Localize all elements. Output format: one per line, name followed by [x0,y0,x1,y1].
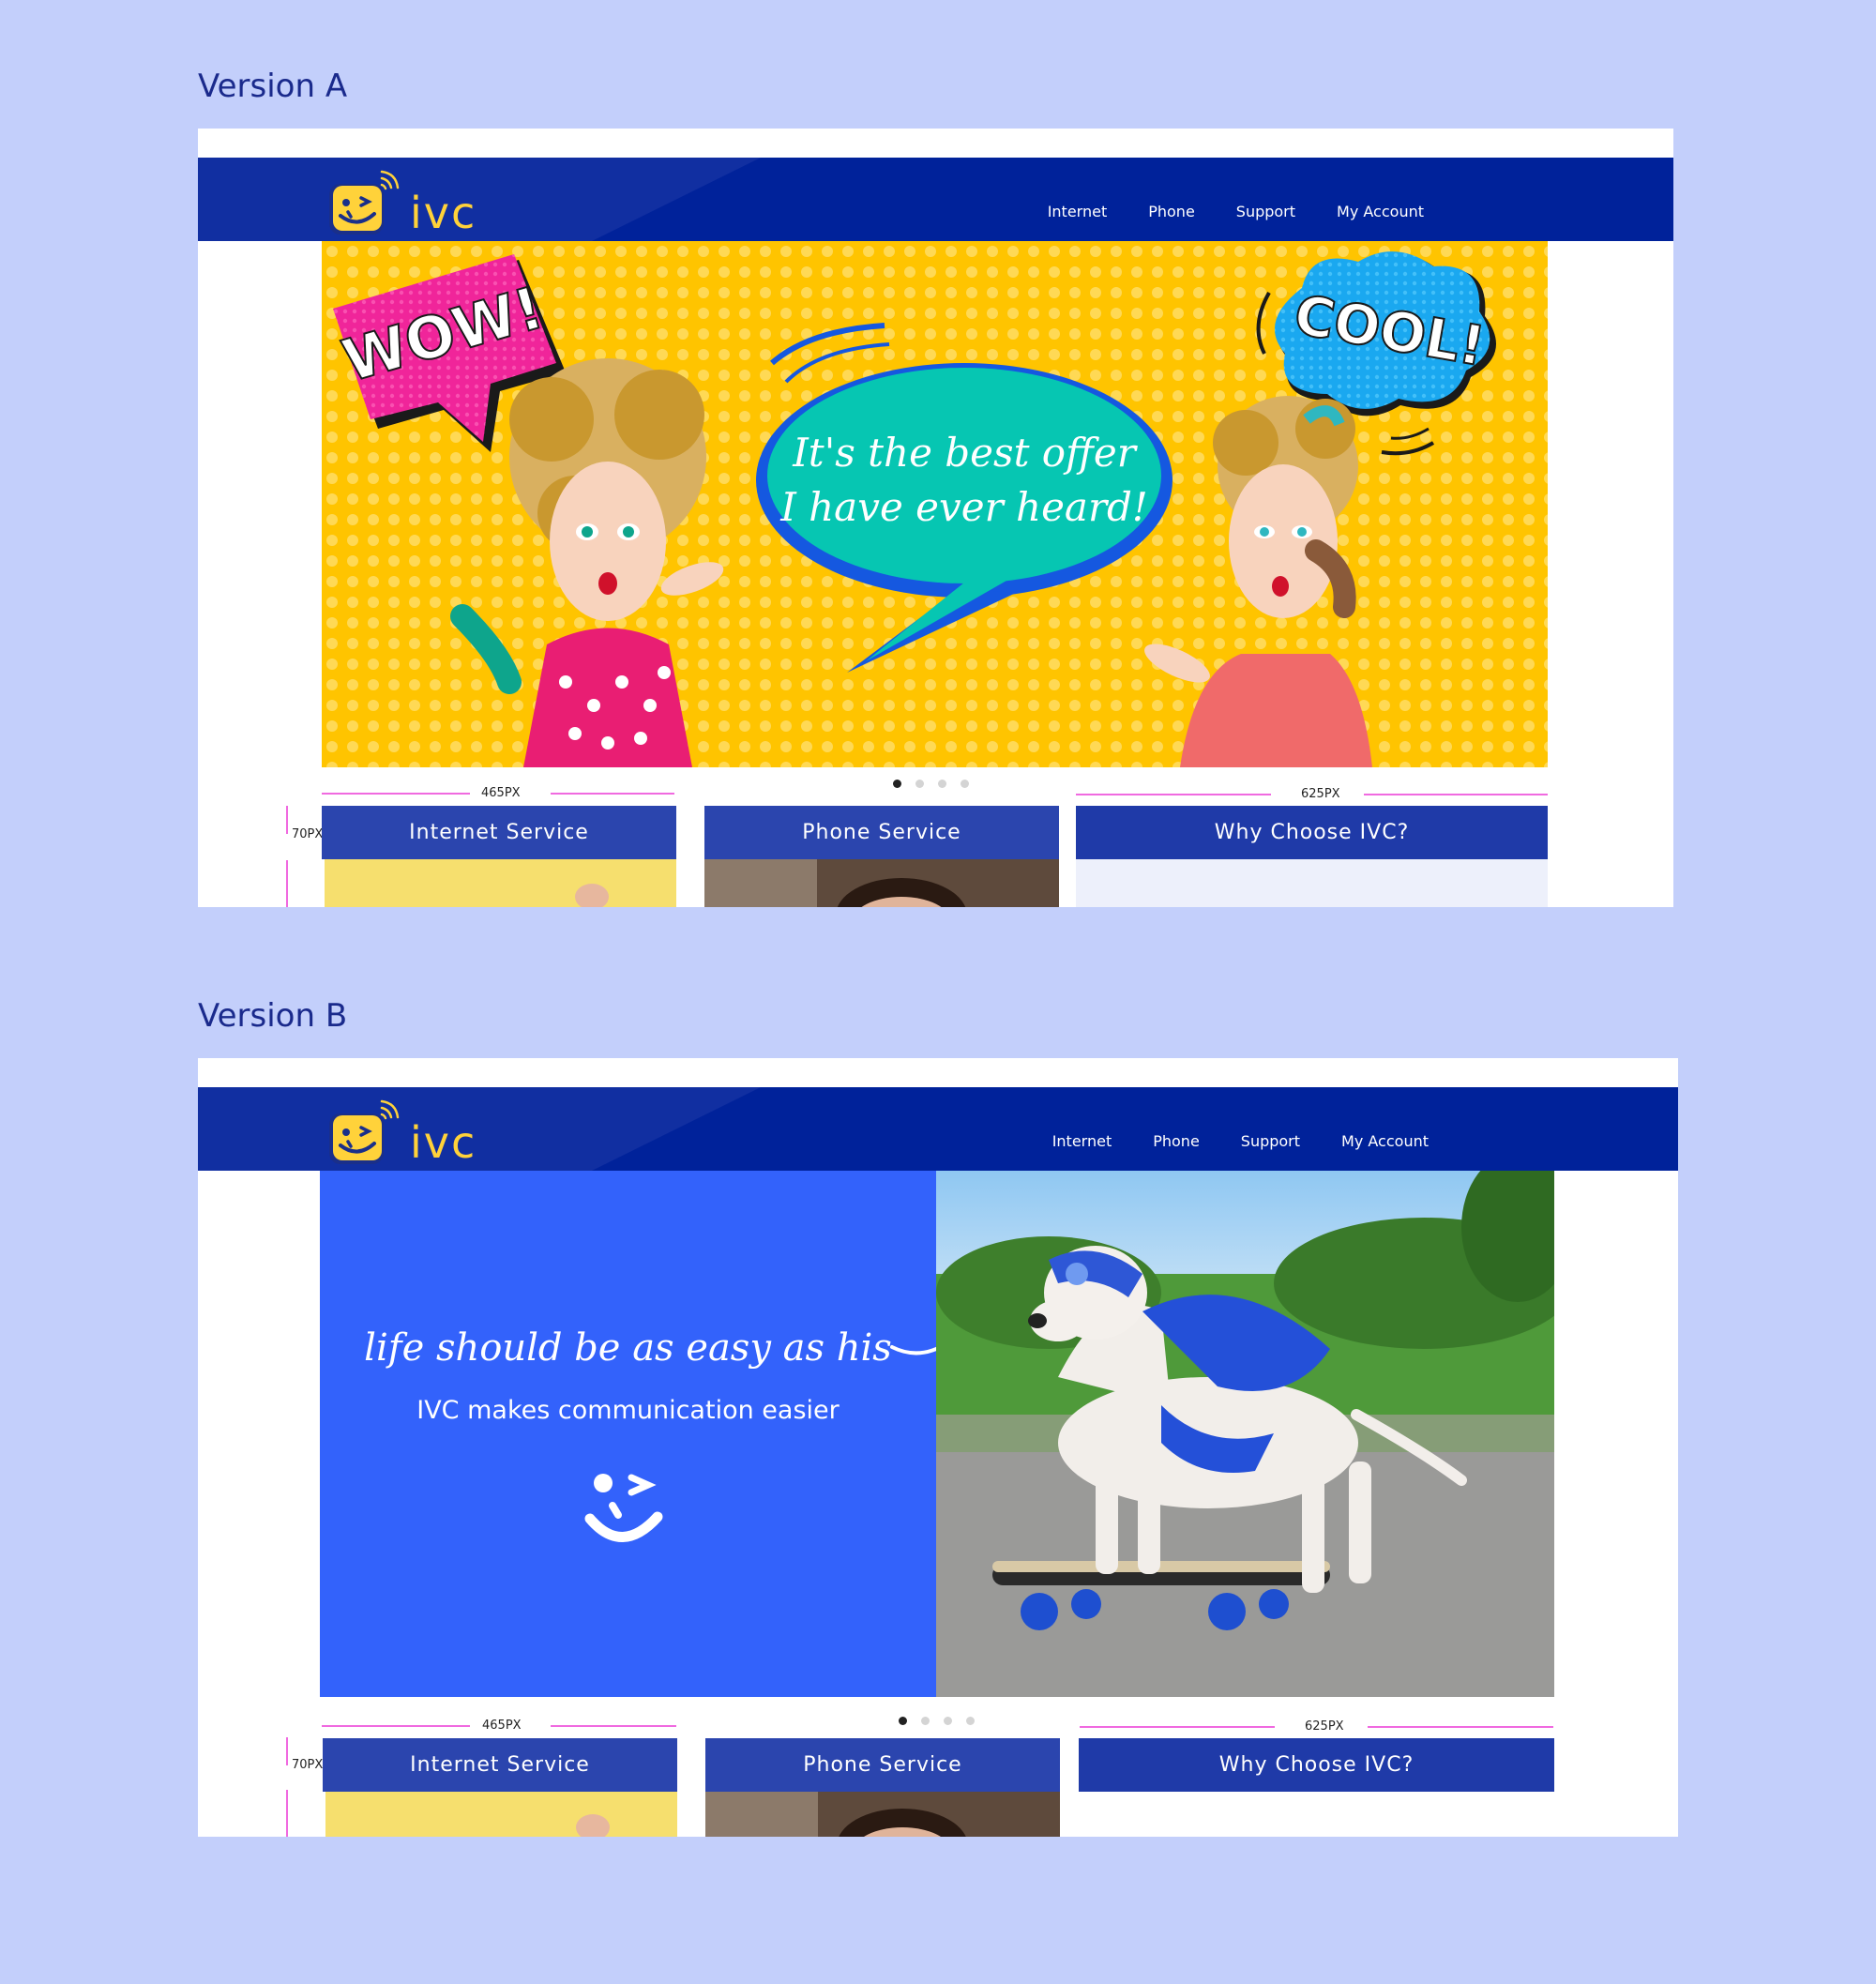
nav-my-account[interactable]: My Account [1341,1132,1429,1150]
card-internet-art [576,1814,610,1837]
dimension-line [551,1725,676,1727]
hero-dog-photo [936,1171,1554,1697]
dimension-line [1076,794,1271,795]
ivc-logo[interactable]: ivc [325,1097,485,1168]
navbar: ivc Internet Phone Support My Account [198,158,1673,241]
dimension-line [322,1725,470,1727]
card-phone-art [704,859,966,907]
card-phone-service-header[interactable]: Phone Service [705,1738,1060,1792]
nav-support[interactable]: Support [1236,203,1295,220]
carousel-dot-4[interactable] [961,780,969,788]
card-why-choose-header[interactable]: Why Choose IVC? [1076,806,1548,859]
card-phone-image [705,1792,1060,1837]
dimension-line [1364,794,1548,795]
card-internet-image [325,859,676,907]
card-why-choose-header[interactable]: Why Choose IVC? [1079,1738,1554,1792]
nav-internet[interactable]: Internet [1052,1132,1112,1150]
dimension-vline [286,1737,288,1765]
dimension-label-70: 70PX [292,1758,324,1772]
dimension-vline [286,806,288,834]
carousel-dot-2[interactable] [915,780,924,788]
card-internet-art [575,884,609,907]
carousel-dot-2[interactable] [921,1717,930,1725]
carousel-dot-3[interactable] [944,1717,952,1725]
nav-phone[interactable]: Phone [1153,1132,1200,1150]
dimension-line [322,793,470,795]
logo-text: ivc [410,188,477,238]
hero-banner[interactable]: WOW! It's the best offer I have ever hea… [322,241,1548,767]
dimension-line [551,793,674,795]
hero-text-panel: life should be as easy as his IVC makes … [320,1171,1019,1697]
navbar: ivc Internet Phone Support My Account [198,1087,1678,1171]
wink-smiley-icon [584,1474,663,1542]
card-why-choose-body [1076,859,1548,907]
wifi-signal-icon [380,1099,400,1120]
dimension-label-465: 465PX [481,786,521,800]
carousel-dot-1[interactable] [893,780,901,788]
version-b-frame: ivc Internet Phone Support My Account li… [198,1058,1678,1837]
dimension-label-70: 70PX [292,827,324,841]
card-internet-service-header[interactable]: Internet Service [323,1738,677,1792]
nav-support[interactable]: Support [1241,1132,1300,1150]
logo-text: ivc [410,1117,477,1168]
dimension-vline [286,860,288,907]
version-a-label: Version A [198,68,348,105]
dimension-label-625: 625PX [1301,787,1340,801]
ivc-logo-icon [329,1099,400,1164]
nav-menu: Internet Phone Support My Account [1006,203,1424,220]
carousel-dot-4[interactable] [966,1717,975,1725]
card-phone-image [704,859,1059,907]
dimension-line [1368,1726,1553,1728]
hero-subtitle: IVC makes communication easier [416,1396,840,1425]
ivc-logo[interactable]: ivc [325,167,485,238]
dimension-vline [286,1790,288,1837]
nav-phone[interactable]: Phone [1148,203,1195,220]
hero-tagline: life should be as easy as his [364,1326,892,1370]
hero-banner[interactable]: life should be as easy as his IVC makes … [320,1171,1554,1697]
hero-illustration: WOW! It's the best offer I have ever hea… [322,241,1548,767]
card-internet-image [325,1792,677,1837]
nav-my-account[interactable]: My Account [1337,203,1424,220]
carousel-dots [893,780,969,788]
dimension-label-625: 625PX [1305,1719,1344,1734]
card-internet-service-header[interactable]: Internet Service [322,806,676,859]
version-a-frame: ivc Internet Phone Support My Account WO… [198,129,1673,907]
carousel-dot-3[interactable] [938,780,946,788]
svg-text:I have ever heard!: I have ever heard! [779,484,1148,530]
nav-menu: Internet Phone Support My Account [1011,1132,1429,1150]
svg-text:It's the best offer: It's the best offer [792,430,1138,476]
version-b-label: Version B [198,997,348,1035]
carousel-dot-1[interactable] [899,1717,907,1725]
dimension-label-465: 465PX [482,1719,522,1733]
ivc-logo-icon [329,170,400,235]
dimension-line [1080,1726,1275,1728]
nav-internet[interactable]: Internet [1048,203,1108,220]
carousel-dots [899,1717,975,1725]
card-phone-service-header[interactable]: Phone Service [704,806,1059,859]
wifi-signal-icon [380,170,400,190]
card-phone-art [705,1792,966,1837]
